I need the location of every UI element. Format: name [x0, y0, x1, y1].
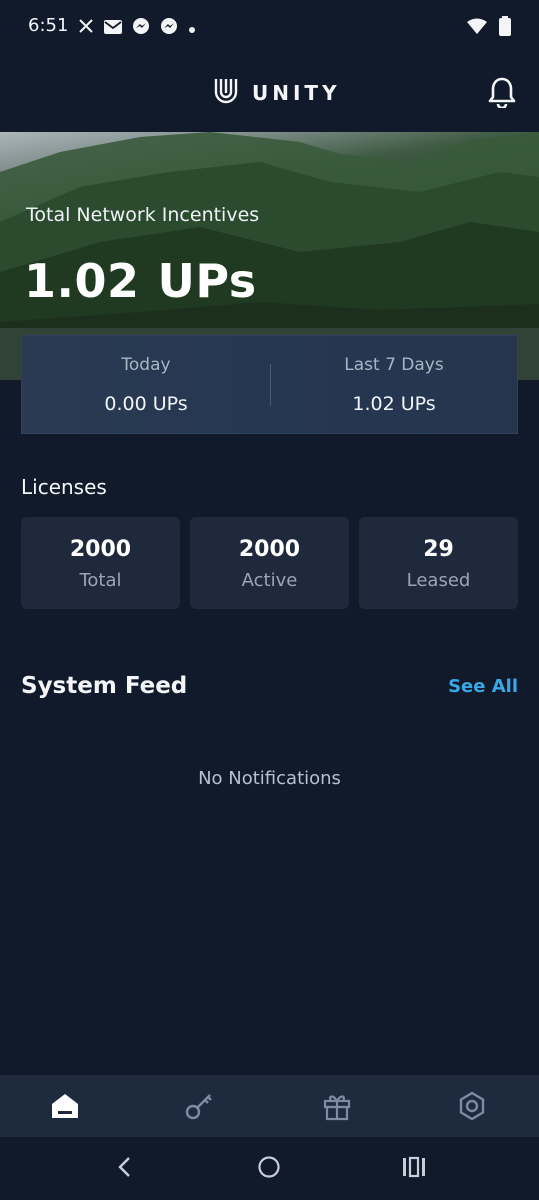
- settings-icon[interactable]: [455, 1089, 489, 1123]
- app-header: UNITY: [0, 52, 539, 132]
- hero-value: 1.02 UPs: [24, 254, 257, 308]
- unity-logo-icon: [214, 78, 238, 108]
- system-feed-title: System Feed: [21, 673, 188, 699]
- see-all-link[interactable]: See All: [448, 676, 518, 697]
- license-total-value: 2000: [69, 537, 132, 562]
- x-icon: [78, 18, 94, 38]
- stat-week-label: Last 7 Days: [344, 355, 444, 375]
- license-card-active[interactable]: 2000 Active: [190, 517, 349, 609]
- licenses-title: Licenses: [21, 475, 107, 499]
- hero-label: Total Network Incentives: [26, 204, 260, 226]
- hero-amount: 1.02: [24, 254, 140, 308]
- home-circle-icon[interactable]: [257, 1155, 281, 1183]
- stat-today-value: 0.00 UPs: [104, 393, 188, 415]
- system-icons: [467, 16, 511, 40]
- status-time: 6:51: [28, 15, 69, 36]
- brand-name: UNITY: [252, 81, 341, 105]
- messenger-icon: [132, 17, 150, 39]
- system-navigation-bar: [0, 1137, 539, 1200]
- dot-icon: [188, 19, 196, 38]
- stat-week-value: 1.02 UPs: [352, 393, 436, 415]
- license-active-label: Active: [241, 570, 298, 591]
- license-card-total[interactable]: 2000 Total: [21, 517, 180, 609]
- gift-icon[interactable]: [320, 1089, 354, 1123]
- home-icon[interactable]: [48, 1089, 82, 1123]
- license-total-label: Total: [79, 570, 122, 591]
- license-leased-value: 29: [423, 537, 454, 562]
- stat-today-label: Today: [121, 355, 171, 375]
- back-icon[interactable]: [115, 1155, 133, 1183]
- brand: UNITY: [214, 78, 341, 108]
- stat-week: Last 7 Days 1.02 UPs: [270, 336, 518, 435]
- status-bar: 6:51: [0, 0, 539, 52]
- empty-feed-message: No Notifications: [198, 768, 341, 789]
- license-card-leased[interactable]: 29 Leased: [359, 517, 518, 609]
- stat-today: Today 0.00 UPs: [22, 336, 270, 435]
- wifi-icon: [467, 18, 487, 38]
- bell-icon[interactable]: [487, 76, 517, 112]
- hero-unit: UPs: [157, 254, 257, 308]
- incentives-stats-card: Today 0.00 UPs Last 7 Days 1.02 UPs: [21, 335, 518, 434]
- license-leased-label: Leased: [406, 570, 471, 591]
- mail-icon: [104, 19, 122, 38]
- bottom-tab-bar: [0, 1075, 539, 1137]
- messenger-icon: [160, 17, 178, 39]
- recents-icon[interactable]: [402, 1155, 426, 1183]
- license-active-value: 2000: [238, 537, 301, 562]
- key-icon[interactable]: [182, 1089, 216, 1123]
- notification-icons: [78, 17, 196, 39]
- battery-icon: [499, 16, 511, 40]
